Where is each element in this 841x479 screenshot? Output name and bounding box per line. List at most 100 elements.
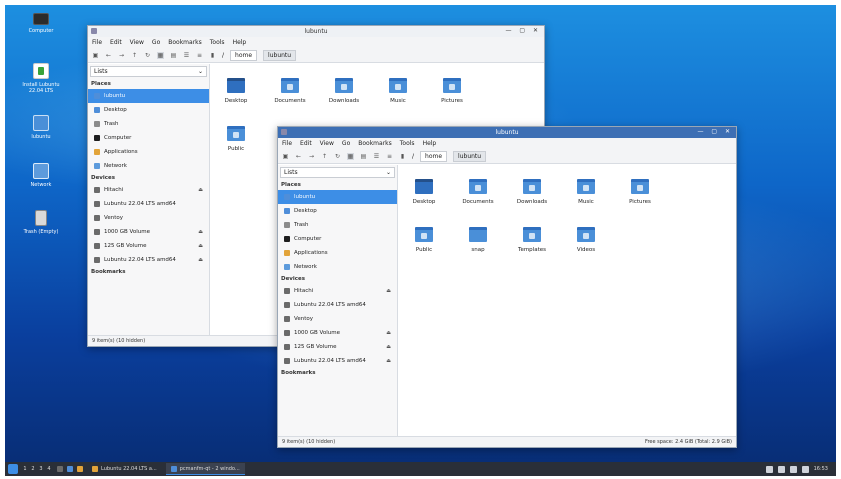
menu-bookmarks[interactable]: Bookmarks <box>168 39 202 46</box>
sidebar-item-applications[interactable]: Applications <box>278 246 397 260</box>
sidebar-item-device-hitachi[interactable]: Hitachi ⏏ <box>278 284 397 298</box>
new-tab-icon[interactable]: ▣ <box>282 153 289 160</box>
menu-file[interactable]: File <box>92 39 102 46</box>
file-item-music[interactable]: Music <box>376 78 420 104</box>
menu-edit[interactable]: Edit <box>110 39 122 46</box>
path-root[interactable]: / <box>222 52 224 59</box>
thumbnail-view-icon[interactable]: ▤ <box>360 153 367 160</box>
path-root[interactable]: / <box>412 153 414 160</box>
file-manager-window-front[interactable]: lubuntu — ▢ ✕ File Edit View Go Bookmark… <box>277 126 737 448</box>
sidebar-item-network[interactable]: Network <box>88 159 209 173</box>
menu-go[interactable]: Go <box>342 140 350 147</box>
file-item-videos[interactable]: Videos <box>564 227 608 253</box>
sidebar-item-device-lubuntu-2[interactable]: Lubuntu 22.04 LTS amd64 ⏏ <box>278 354 397 368</box>
sidebar-item-trash[interactable]: Trash <box>88 117 209 131</box>
compact-view-icon[interactable]: ☰ <box>183 52 190 59</box>
back-arrow-icon[interactable]: ← <box>295 153 302 160</box>
browser-launcher-icon[interactable] <box>77 466 83 472</box>
eject-icon[interactable]: ⏏ <box>386 344 391 350</box>
file-item-downloads[interactable]: Downloads <box>322 78 366 104</box>
menu-bookmarks[interactable]: Bookmarks <box>358 140 392 147</box>
menu-help[interactable]: Help <box>423 140 437 147</box>
desktop-icon-computer[interactable]: Computer <box>15 13 67 34</box>
path-home[interactable]: home <box>420 150 448 162</box>
file-item-snap[interactable]: snap <box>456 227 500 253</box>
file-item-pictures[interactable]: Pictures <box>430 78 474 104</box>
path-home[interactable]: home <box>230 49 258 61</box>
file-item-documents[interactable]: Documents <box>268 78 312 104</box>
window-controls[interactable]: — ▢ ✕ <box>505 27 541 34</box>
workspace-2[interactable]: 2 <box>29 466 37 472</box>
path-toggle-icon[interactable]: ▮ <box>209 52 216 59</box>
task-button-browser[interactable]: Lubuntu 22.04 LTS a... <box>87 463 162 475</box>
sidebar-item-device-ventoy[interactable]: Ventoy <box>88 211 209 225</box>
start-menu-icon[interactable] <box>8 464 18 474</box>
eject-icon[interactable]: ⏏ <box>198 187 203 193</box>
eject-icon[interactable]: ⏏ <box>198 257 203 263</box>
sidebar-item-trash[interactable]: Trash <box>278 218 397 232</box>
thumbnail-view-icon[interactable]: ▤ <box>170 52 177 59</box>
sidebar-item-computer[interactable]: Computer <box>88 131 209 145</box>
compact-view-icon[interactable]: ☰ <box>373 153 380 160</box>
up-arrow-icon[interactable]: ↑ <box>321 153 328 160</box>
file-item-public[interactable]: Public <box>214 126 258 152</box>
eject-icon[interactable]: ⏏ <box>198 243 203 249</box>
icon-view-icon[interactable]: ▦ <box>347 152 354 160</box>
menu-edit[interactable]: Edit <box>300 140 312 147</box>
file-item-desktop[interactable]: Desktop <box>402 179 446 205</box>
file-item-documents[interactable]: Documents <box>456 179 500 205</box>
file-item-downloads[interactable]: Downloads <box>510 179 554 205</box>
sidebar-item-device-lubuntu-2[interactable]: Lubuntu 22.04 LTS amd64 ⏏ <box>88 253 209 267</box>
eject-icon[interactable]: ⏏ <box>386 330 391 336</box>
desktop-switch-icon[interactable] <box>57 466 63 472</box>
notification-tray-icon[interactable] <box>801 465 809 473</box>
task-button-file-manager[interactable]: pcmanfm-qt - 2 windo... <box>165 463 245 475</box>
workspace-1[interactable]: 1 <box>21 466 29 472</box>
sidebar-item-desktop[interactable]: Desktop <box>278 204 397 218</box>
sidebar-item-desktop[interactable]: Desktop <box>88 103 209 117</box>
desktop-icon-trash[interactable]: Trash (Empty) <box>15 210 67 235</box>
titlebar[interactable]: lubuntu — ▢ ✕ <box>278 127 736 138</box>
sidebar-item-device-125gb[interactable]: 125 GB Volume ⏏ <box>88 239 209 253</box>
sidebar-item-device-1000gb[interactable]: 1000 GB Volume ⏏ <box>278 326 397 340</box>
file-manager-launcher-icon[interactable] <box>67 466 73 472</box>
titlebar[interactable]: lubuntu — ▢ ✕ <box>88 26 544 37</box>
menu-tools[interactable]: Tools <box>400 140 415 147</box>
menu-go[interactable]: Go <box>152 39 160 46</box>
side-pane-mode-select[interactable]: Lists ⌄ <box>90 66 207 77</box>
sidebar-item-lubuntu[interactable]: lubuntu <box>88 89 209 103</box>
window-controls[interactable]: — ▢ ✕ <box>697 128 733 135</box>
volume-tray-icon[interactable] <box>789 465 797 473</box>
sidebar-item-device-hitachi[interactable]: Hitachi ⏏ <box>88 183 209 197</box>
sidebar-item-lubuntu[interactable]: lubuntu <box>278 190 397 204</box>
sidebar-item-computer[interactable]: Computer <box>278 232 397 246</box>
icon-view-icon[interactable]: ▦ <box>157 51 164 59</box>
file-item-public[interactable]: Public <box>402 227 446 253</box>
sidebar-item-device-lubuntu[interactable]: Lubuntu 22.04 LTS amd64 <box>278 298 397 312</box>
desktop-icon-home[interactable]: lubuntu <box>15 115 67 140</box>
reload-icon[interactable]: ↻ <box>334 153 341 160</box>
forward-arrow-icon[interactable]: → <box>118 52 125 59</box>
eject-icon[interactable]: ⏏ <box>386 288 391 294</box>
detail-view-icon[interactable]: ≡ <box>196 52 203 59</box>
path-lubuntu[interactable]: lubuntu <box>263 49 297 61</box>
menu-file[interactable]: File <box>282 140 292 147</box>
reload-icon[interactable]: ↻ <box>144 52 151 59</box>
forward-arrow-icon[interactable]: → <box>308 153 315 160</box>
file-item-desktop[interactable]: Desktop <box>214 78 258 104</box>
sidebar-item-applications[interactable]: Applications <box>88 145 209 159</box>
side-pane-mode-select[interactable]: Lists ⌄ <box>280 167 395 178</box>
desktop-icon-network[interactable]: Network <box>15 163 67 188</box>
workspace-4[interactable]: 4 <box>45 466 53 472</box>
menu-tools[interactable]: Tools <box>210 39 225 46</box>
clock[interactable]: 16:53 <box>814 466 828 472</box>
new-tab-icon[interactable]: ▣ <box>92 52 99 59</box>
desktop-icon-installer[interactable]: Install Lubuntu 22.04 LTS <box>15 63 67 94</box>
file-view[interactable]: Desktop Documents Downloads Music Pictur… <box>398 165 736 438</box>
sidebar-item-device-ventoy[interactable]: Ventoy <box>278 312 397 326</box>
workspace-3[interactable]: 3 <box>37 466 45 472</box>
sidebar-item-device-lubuntu[interactable]: Lubuntu 22.04 LTS amd64 <box>88 197 209 211</box>
eject-icon[interactable]: ⏏ <box>198 229 203 235</box>
file-item-music[interactable]: Music <box>564 179 608 205</box>
network-tray-icon[interactable] <box>765 465 773 473</box>
